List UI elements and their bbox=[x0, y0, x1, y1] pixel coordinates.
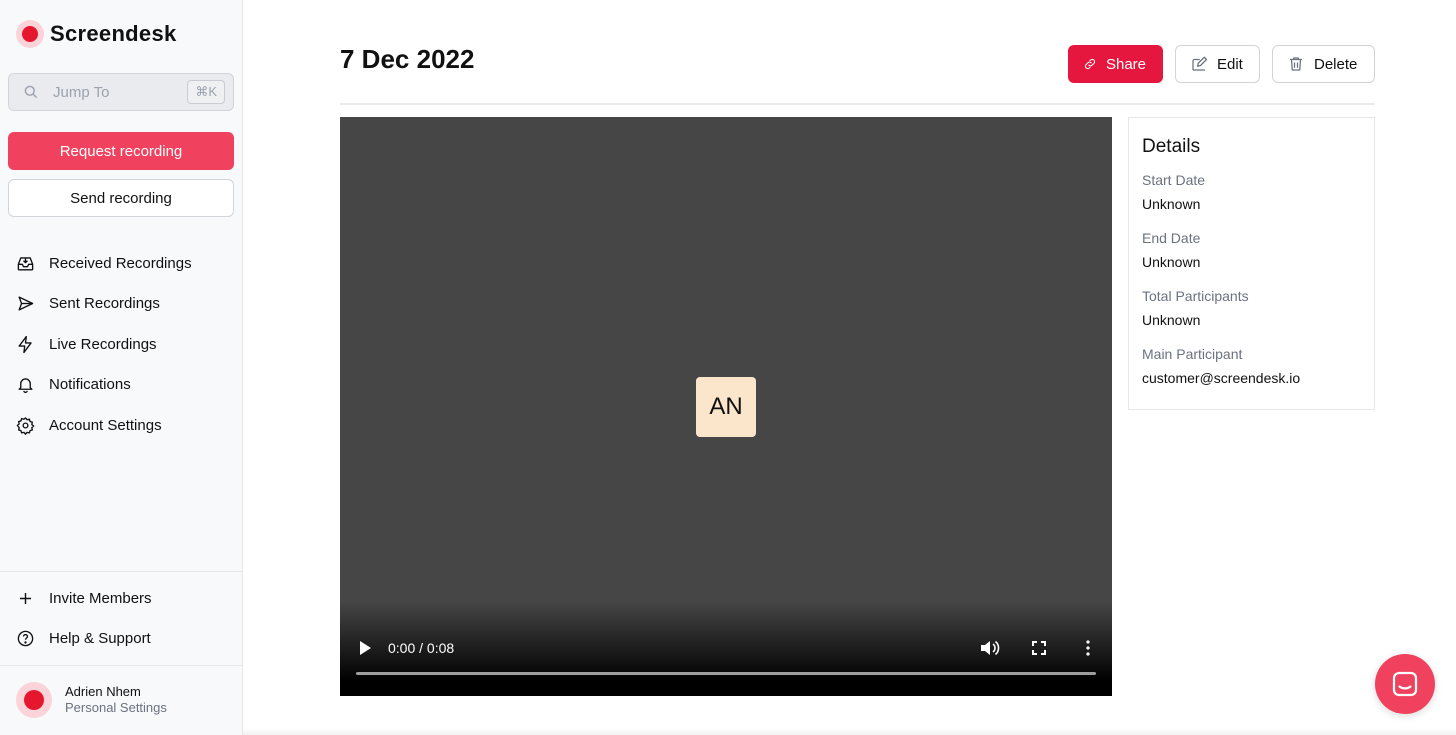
sidebar-item-label: Live Recordings bbox=[49, 335, 157, 353]
play-icon[interactable] bbox=[358, 640, 372, 656]
send-recording-button[interactable]: Send recording bbox=[8, 179, 234, 217]
video-time: 0:00 / 0:08 bbox=[388, 640, 455, 656]
sidebar-item-help-support[interactable]: Help & Support bbox=[16, 619, 236, 660]
edit-icon bbox=[1192, 56, 1208, 71]
video-progress-bar[interactable] bbox=[356, 672, 1096, 675]
detail-start-date: Start Date Unknown bbox=[1142, 170, 1361, 214]
sidebar-item-label: Help & Support bbox=[49, 630, 151, 648]
screendesk-logo-icon bbox=[16, 20, 44, 48]
details-heading: Details bbox=[1142, 136, 1201, 157]
detail-value: Unknown bbox=[1142, 312, 1201, 328]
fullscreen-icon[interactable] bbox=[1030, 639, 1048, 657]
participant-initials: AN bbox=[696, 377, 756, 437]
gear-icon bbox=[16, 416, 35, 435]
sidebar-item-invite-members[interactable]: Invite Members bbox=[16, 578, 236, 619]
lightning-icon bbox=[18, 335, 32, 353]
plus-icon bbox=[19, 592, 32, 604]
sidebar-item-account-settings[interactable]: Account Settings bbox=[16, 405, 236, 446]
delete-label: Delete bbox=[1314, 55, 1358, 73]
video-player[interactable]: AN 0:00 / 0:08 bbox=[340, 117, 1112, 696]
edit-label: Edit bbox=[1217, 55, 1243, 73]
sidebar-item-sent-recordings[interactable]: Sent Recordings bbox=[16, 284, 236, 325]
detail-label: Start Date bbox=[1142, 172, 1206, 188]
share-button[interactable]: Share bbox=[1068, 45, 1163, 83]
jump-to-search[interactable]: Jump To ⌘K bbox=[8, 73, 234, 111]
link-icon bbox=[1084, 58, 1096, 70]
search-placeholder: Jump To bbox=[53, 83, 110, 101]
personal-settings-link[interactable]: Personal Settings bbox=[65, 700, 167, 716]
request-recording-button[interactable]: Request recording bbox=[8, 132, 234, 170]
detail-value: customer@screendesk.io bbox=[1142, 370, 1301, 386]
divider bbox=[0, 571, 243, 572]
sidebar-nav: Received Recordings Sent Recordings Live… bbox=[16, 243, 236, 446]
bottom-shadow bbox=[243, 728, 1456, 735]
inbox-icon bbox=[17, 257, 34, 271]
sidebar-item-label: Sent Recordings bbox=[49, 295, 160, 313]
detail-total-participants: Total Participants Unknown bbox=[1142, 286, 1361, 330]
user-menu[interactable]: Adrien Nhem Personal Settings bbox=[16, 682, 167, 718]
edit-button[interactable]: Edit bbox=[1175, 45, 1260, 83]
sidebar-item-notifications[interactable]: Notifications bbox=[16, 365, 236, 406]
details-panel: Details Start Date Unknown End Date Unkn… bbox=[1128, 117, 1375, 410]
bell-icon bbox=[18, 378, 33, 394]
chat-icon bbox=[1392, 671, 1418, 697]
sidebar: Screendesk Jump To ⌘K Request recording … bbox=[0, 0, 243, 735]
sidebar-bottom-nav: Invite Members Help & Support bbox=[16, 578, 236, 659]
brand-name: Screendesk bbox=[50, 21, 177, 46]
recording-actions: Share Edit Delete bbox=[1068, 45, 1375, 83]
sidebar-item-label: Received Recordings bbox=[49, 254, 192, 272]
detail-label: End Date bbox=[1142, 230, 1201, 246]
trash-icon bbox=[1290, 57, 1302, 71]
sidebar-item-label: Invite Members bbox=[49, 589, 152, 607]
brand[interactable]: Screendesk bbox=[16, 20, 177, 48]
divider bbox=[0, 665, 243, 666]
volume-icon[interactable] bbox=[980, 639, 1000, 657]
sidebar-item-label: Account Settings bbox=[49, 416, 162, 434]
send-icon bbox=[18, 296, 34, 311]
shortcut-badge: ⌘K bbox=[187, 80, 225, 104]
detail-label: Total Participants bbox=[1142, 288, 1249, 304]
chat-launcher-button[interactable] bbox=[1375, 654, 1435, 714]
page-title: 7 Dec 2022 bbox=[340, 44, 475, 74]
detail-value: Unknown bbox=[1142, 254, 1201, 270]
detail-value: Unknown bbox=[1142, 196, 1201, 212]
avatar bbox=[16, 682, 52, 718]
delete-button[interactable]: Delete bbox=[1272, 45, 1375, 83]
more-options-icon[interactable] bbox=[1080, 639, 1096, 657]
detail-label: Main Participant bbox=[1142, 346, 1243, 362]
search-icon bbox=[24, 85, 38, 99]
help-circle-icon bbox=[17, 630, 34, 647]
sidebar-item-received-recordings[interactable]: Received Recordings bbox=[16, 243, 236, 284]
detail-end-date: End Date Unknown bbox=[1142, 228, 1361, 272]
user-name: Adrien Nhem bbox=[65, 684, 141, 699]
sidebar-item-label: Notifications bbox=[49, 376, 131, 394]
sidebar-item-live-recordings[interactable]: Live Recordings bbox=[16, 324, 236, 365]
detail-main-participant: Main Participant customer@screendesk.io bbox=[1142, 344, 1361, 388]
share-label: Share bbox=[1105, 55, 1146, 73]
divider bbox=[340, 103, 1375, 105]
